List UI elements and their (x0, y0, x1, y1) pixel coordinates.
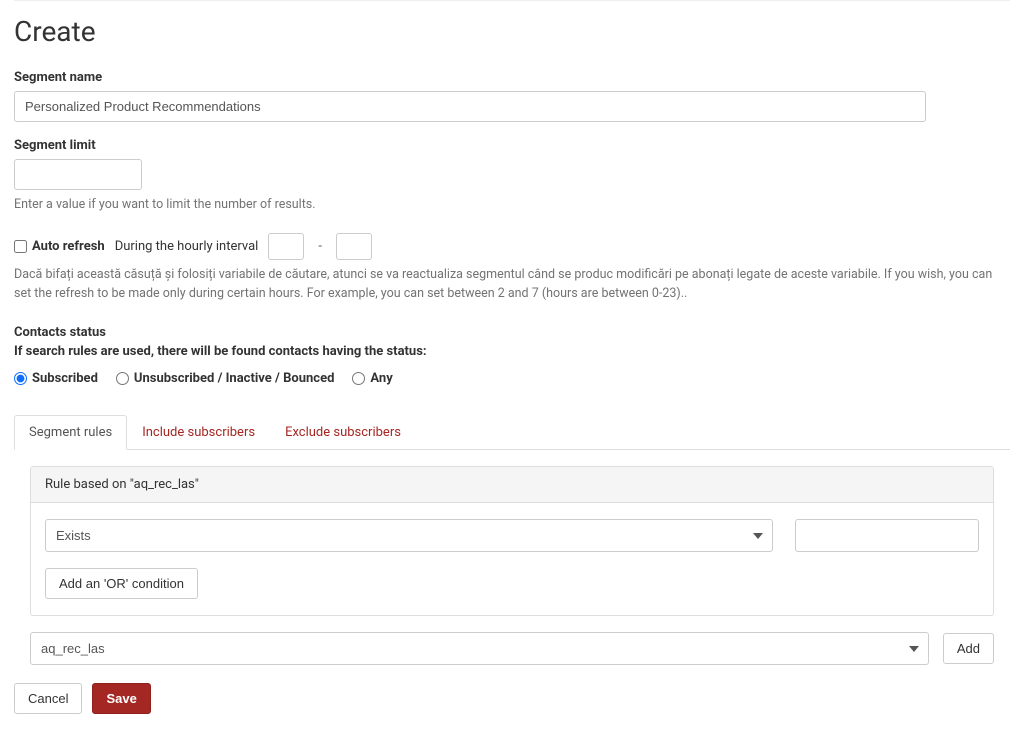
field-selector[interactable] (30, 632, 929, 665)
cancel-button[interactable]: Cancel (14, 683, 82, 714)
segment-name-label: Segment name (14, 70, 1010, 85)
segment-limit-help: Enter a value if you want to limit the n… (14, 196, 1010, 215)
tab-segment-rules[interactable]: Segment rules (14, 415, 127, 450)
status-unsubscribed-radio[interactable] (116, 372, 129, 385)
contacts-status-heading: Contacts status (14, 325, 1010, 340)
rule-value-input[interactable] (795, 519, 979, 552)
add-or-condition-button[interactable]: Add an 'OR' condition (45, 568, 198, 599)
segment-limit-label: Segment limit (14, 138, 1010, 153)
segment-limit-input[interactable] (14, 159, 142, 190)
interval-from-input[interactable] (268, 233, 304, 260)
tab-exclude-subscribers[interactable]: Exclude subscribers (270, 415, 416, 450)
status-any-radio[interactable] (352, 372, 365, 385)
page-title: Create (14, 15, 1010, 48)
status-subscribed-radio[interactable] (14, 372, 27, 385)
rule-panel: Rule based on "aq_rec_las" Add an 'OR' c… (30, 466, 994, 616)
auto-refresh-label: Auto refresh (32, 239, 105, 254)
interval-label: During the hourly interval (115, 239, 259, 254)
interval-to-input[interactable] (336, 233, 372, 260)
interval-dash: - (318, 239, 322, 254)
status-unsubscribed-label: Unsubscribed / Inactive / Bounced (134, 371, 335, 386)
auto-refresh-help: Dacă bifați această căsuță și folosiți v… (14, 266, 994, 304)
contacts-status-subtext: If search rules are used, there will be … (14, 344, 1010, 359)
auto-refresh-checkbox[interactable] (14, 240, 27, 253)
rule-panel-header: Rule based on "aq_rec_las" (31, 467, 993, 503)
status-subscribed-label: Subscribed (32, 371, 98, 386)
rule-operator-select[interactable] (45, 519, 773, 552)
save-button[interactable]: Save (92, 683, 150, 714)
tab-include-subscribers[interactable]: Include subscribers (127, 415, 270, 450)
segment-name-input[interactable] (14, 91, 926, 122)
add-field-button[interactable]: Add (943, 633, 994, 664)
status-any-label: Any (370, 371, 392, 386)
